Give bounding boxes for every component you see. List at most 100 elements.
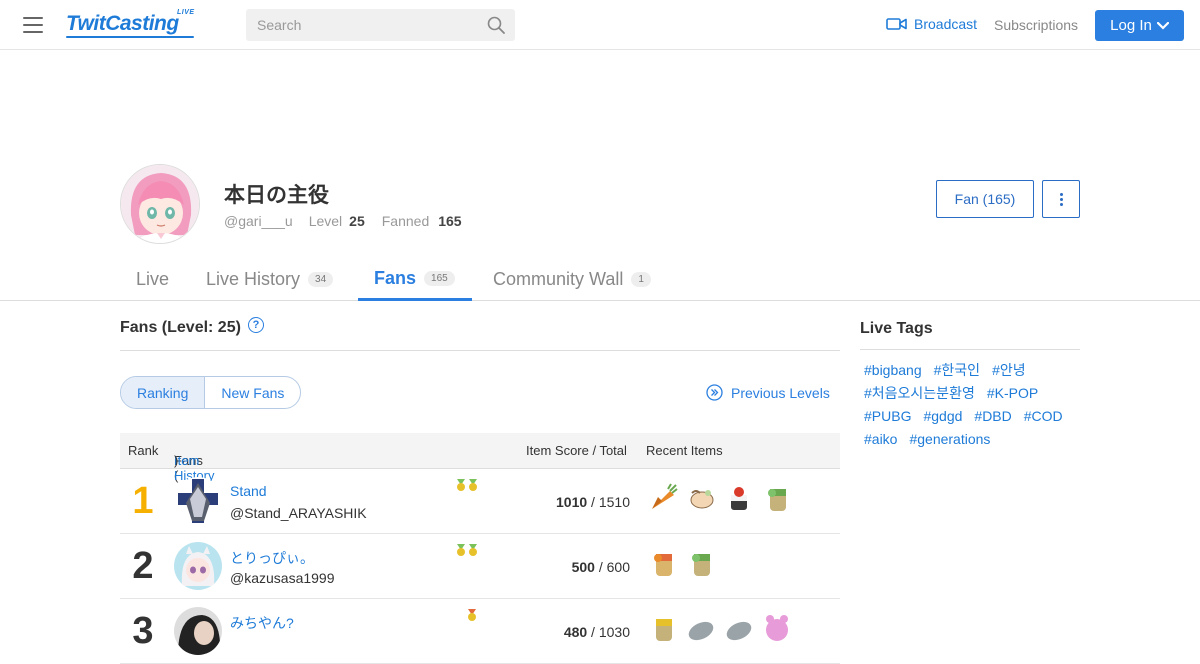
- tab-label: Live History: [206, 269, 301, 289]
- cake-item-icon[interactable]: [724, 483, 754, 513]
- search-icon[interactable]: [487, 16, 505, 34]
- live-tag[interactable]: #gdgd: [923, 405, 962, 428]
- drink-item-icon[interactable]: [762, 483, 792, 513]
- table-row: 3 みちやん? 480 / 1030: [120, 599, 840, 664]
- broadcast-link[interactable]: Broadcast: [886, 16, 977, 32]
- menu-icon[interactable]: [23, 17, 43, 33]
- recent-items-header: Recent Items: [646, 443, 723, 458]
- capsule-item-icon[interactable]: [686, 613, 716, 643]
- fans-title-text: Fans (Level: 25): [120, 319, 241, 336]
- top-navbar: TwitCasting LIVE Broadcast Subscriptions…: [0, 0, 1200, 50]
- fans-table-header: Rank Fans (Item History) Item Score / To…: [120, 433, 840, 483]
- drink-item-icon[interactable]: [686, 548, 716, 578]
- carrot-item-icon[interactable]: [648, 483, 678, 513]
- fan-badge-icon: [456, 543, 480, 557]
- fan-handle: @Stand_ARAYASHIK: [230, 505, 367, 521]
- video-camera-icon: [886, 18, 907, 30]
- tab-label: Fans: [374, 267, 417, 288]
- fan-name-link[interactable]: とりっぴぃ。: [230, 548, 314, 568]
- rank-number: 3: [132, 610, 154, 652]
- hand-item-icon[interactable]: [686, 483, 716, 513]
- fanned-label: Fanned: [381, 213, 430, 229]
- score-value: 480: [563, 624, 588, 640]
- live-tags-list: #bigbang #한국인 #안녕 #처음오시는분환영 #K-POP #PUBG…: [860, 359, 1080, 451]
- search-box: [246, 9, 515, 41]
- recent-items: [648, 613, 792, 643]
- recent-items: [648, 483, 792, 513]
- live-tag[interactable]: #generations: [909, 428, 990, 451]
- twitcasting-logo[interactable]: TwitCasting LIVE: [66, 9, 194, 38]
- score-value: 1010: [556, 494, 588, 510]
- fan-name-link[interactable]: Stand: [230, 483, 267, 499]
- rank-number: 2: [132, 545, 154, 587]
- avatar[interactable]: [174, 607, 222, 655]
- score-total: / 600: [594, 559, 630, 575]
- recent-items: [648, 548, 716, 578]
- fans-view-toggle: Ranking New Fans: [120, 376, 302, 409]
- help-icon[interactable]: ?: [247, 317, 264, 333]
- new-fans-segment[interactable]: New Fans: [205, 377, 300, 408]
- divider: [120, 350, 840, 351]
- profile-tabs: Live Live History 34 Fans 165 Community …: [0, 258, 1200, 301]
- previous-levels-link[interactable]: Previous Levels: [706, 384, 830, 401]
- live-tag[interactable]: #안녕: [992, 359, 1026, 382]
- capsule-item-icon[interactable]: [724, 613, 754, 643]
- fanned-value: 165: [438, 213, 462, 229]
- item-score: 1010 / 1510: [556, 494, 630, 510]
- tab-count: 34: [308, 272, 334, 287]
- tab-count: 165: [424, 270, 455, 286]
- search-input[interactable]: [246, 9, 466, 41]
- live-tag[interactable]: #COD: [1024, 405, 1063, 428]
- table-row: 2 とりっぴぃ。 @kazusasa1999 500 / 600: [120, 534, 840, 599]
- fan-badge-icon: [466, 608, 478, 622]
- avatar[interactable]: [174, 542, 222, 590]
- more-options-icon[interactable]: [1042, 180, 1080, 218]
- divider: [860, 349, 1080, 350]
- tab-community-wall[interactable]: Community Wall 1: [477, 258, 667, 301]
- profile-name: 本日の主役: [224, 184, 329, 207]
- drink-item-icon[interactable]: [648, 613, 678, 643]
- ranking-segment[interactable]: Ranking: [121, 377, 206, 408]
- live-tag[interactable]: #aiko: [864, 428, 897, 451]
- rank-number: 1: [132, 480, 154, 522]
- profile-handle: @gari___u: [224, 213, 293, 229]
- level-label: Level: [308, 213, 343, 229]
- live-tag[interactable]: #K-POP: [987, 382, 1038, 405]
- login-label: Log In: [1110, 17, 1152, 34]
- level-value: 25: [349, 213, 365, 229]
- tab-live[interactable]: Live: [120, 258, 185, 301]
- tab-fans[interactable]: Fans 165: [358, 258, 472, 301]
- live-tag[interactable]: #한국인: [934, 359, 980, 382]
- fans-section-title: Fans (Level: 25) ?: [120, 317, 264, 337]
- live-tag[interactable]: #PUBG: [864, 405, 911, 428]
- avatar[interactable]: [174, 477, 222, 525]
- broadcast-label: Broadcast: [914, 16, 978, 32]
- table-row: 1 Stand @Stand_ARAYASHIK 1010 / 1510: [120, 469, 840, 534]
- logo-text: TwitCasting: [66, 12, 179, 35]
- fan-name-link[interactable]: みちやん?: [230, 613, 294, 633]
- login-button[interactable]: Log In: [1095, 10, 1184, 41]
- pig-item-icon[interactable]: [762, 613, 792, 643]
- profile-avatar: [120, 164, 200, 244]
- fan-handle: @kazusasa1999: [230, 570, 335, 586]
- subscriptions-link[interactable]: Subscriptions: [994, 17, 1078, 33]
- score-header: Item Score / Total: [526, 443, 627, 458]
- previous-levels-label: Previous Levels: [731, 384, 830, 401]
- score-total: / 1510: [587, 494, 630, 510]
- live-tags-title: Live Tags: [860, 320, 933, 337]
- item-score: 500 / 600: [572, 559, 630, 575]
- double-chevron-right-icon: [706, 384, 723, 401]
- tab-label: Live: [136, 269, 170, 289]
- live-tag[interactable]: #처음오시는분환영: [864, 382, 975, 405]
- tab-label: Community Wall: [493, 269, 624, 289]
- drink-item-icon[interactable]: [648, 548, 678, 578]
- score-total: / 1030: [587, 624, 630, 640]
- fans-header-suffix: ): [174, 453, 179, 468]
- profile-meta: @gari___u Level 25 Fanned 165: [224, 213, 462, 229]
- fan-button[interactable]: Fan (165): [936, 180, 1034, 218]
- tab-count: 1: [631, 272, 651, 287]
- live-tag[interactable]: #DBD: [974, 405, 1011, 428]
- score-value: 500: [571, 559, 595, 575]
- live-tag[interactable]: #bigbang: [864, 359, 922, 382]
- tab-live-history[interactable]: Live History 34: [190, 258, 349, 301]
